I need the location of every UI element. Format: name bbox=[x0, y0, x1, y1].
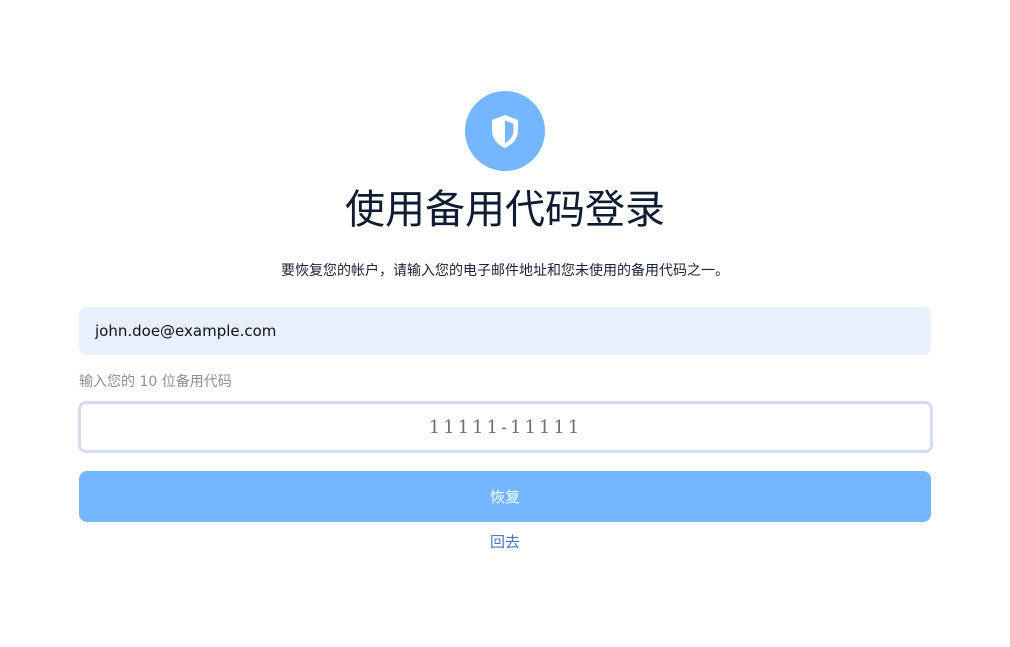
recovery-page: 使用备用代码登录 要恢复您的帐户，请输入您的电子邮件地址和您未使用的备用代码之一… bbox=[0, 0, 1010, 647]
recover-button[interactable]: 恢复 bbox=[79, 471, 931, 522]
page-title: 使用备用代码登录 bbox=[345, 187, 665, 233]
email-field[interactable] bbox=[79, 307, 931, 355]
backup-code-input[interactable] bbox=[78, 401, 933, 453]
logo-badge bbox=[465, 91, 545, 171]
backup-code-label: 输入您的 10 位备用代码 bbox=[79, 374, 232, 390]
page-subtitle: 要恢复您的帐户，请输入您的电子邮件地址和您未使用的备用代码之一。 bbox=[281, 263, 729, 279]
back-link-container: 回去 bbox=[0, 531, 1010, 553]
shield-icon bbox=[492, 115, 518, 148]
back-link[interactable]: 回去 bbox=[490, 533, 520, 551]
